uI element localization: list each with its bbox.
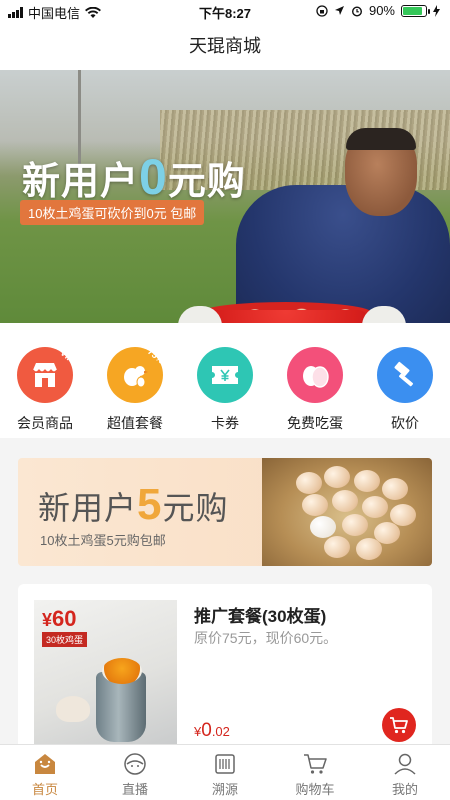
price-decimal: .02 [211, 724, 230, 739]
menu-label-member: 会员商品 [17, 415, 73, 431]
profile-icon [360, 751, 450, 777]
status-bar: 中国电信 下午8:27 90% [0, 0, 450, 22]
product-description: 原价75元，现价60元。 [194, 630, 338, 646]
red-basin [204, 310, 368, 323]
tab-label-trace: 溯源 [211, 782, 238, 797]
promo-title: 新用户5元购 [38, 480, 229, 530]
tab-trace[interactable]: 溯源 [180, 745, 270, 800]
menu-item-bargain[interactable]: 砍价 [360, 347, 450, 438]
product-price: ¥0.02 [194, 720, 230, 742]
banner-title: 新用户0元购 [22, 148, 246, 206]
tab-cart[interactable]: 购物车 [270, 745, 360, 800]
farmer-hair [346, 128, 416, 150]
promo-banner[interactable]: 新用户5元购 10枚土鸡蛋5元购包邮 [18, 458, 432, 566]
coupon-icon [197, 347, 253, 403]
cart-icon [270, 751, 360, 777]
menu-item-package[interactable]: 75% 超值套餐 [90, 346, 180, 438]
menu-label-coupon: 卡券 [211, 415, 239, 431]
tab-label-home: 首页 [31, 782, 58, 797]
menu-item-coupon[interactable]: 卡券 [180, 347, 270, 438]
status-right: 90% [316, 3, 440, 18]
banner-title-number: 0 [139, 149, 168, 205]
tab-live[interactable]: 直播 [90, 745, 180, 800]
promo-title-number: 5 [137, 480, 163, 529]
promo-title-after: 元购 [162, 490, 229, 526]
banner-title-before: 新用户 [22, 161, 140, 203]
chicken-egg-icon: 75% [107, 346, 166, 403]
product-image[interactable]: ¥60 30枚鸡蛋 [34, 600, 177, 750]
banner-title-after: 元购 [167, 161, 246, 203]
shop-icon: VIP [17, 347, 77, 403]
battery-percent: 90% [368, 3, 395, 18]
promo-subtitle: 10枚土鸡蛋5元购包邮 [40, 533, 166, 548]
image-tag: 30枚鸡蛋 [42, 632, 88, 647]
tab-label-profile: 我的 [391, 782, 418, 797]
image-price-symbol: ¥ [42, 610, 53, 630]
tab-home[interactable]: 首页 [0, 745, 90, 800]
rotation-lock-icon [316, 4, 328, 17]
hammer-icon [377, 347, 433, 403]
menu-item-free-egg[interactable]: 免费吃蛋 [270, 347, 360, 438]
egg-shell [56, 696, 90, 722]
hero-banner[interactable]: 新用户0元购 10枚土鸡蛋可砍价到0元 包邮 [0, 70, 450, 323]
tab-label-cart: 购物车 [295, 782, 335, 797]
battery-icon [401, 4, 430, 17]
egg-nest [262, 458, 432, 566]
page-title: 天琨商城 [0, 22, 450, 70]
menu-label-free-egg: 免费吃蛋 [287, 415, 343, 431]
alarm-icon [351, 5, 362, 17]
product-name[interactable]: 推广套餐(30枚蛋) [194, 602, 326, 627]
charging-icon [433, 4, 440, 17]
promo-title-before: 新用户 [38, 490, 138, 526]
category-menu: VIP 会员商品 75% 超值套餐 卡券 免费吃蛋 砍价 [0, 323, 450, 438]
add-to-cart-button[interactable] [382, 708, 416, 742]
menu-label-package: 超值套餐 [107, 415, 163, 431]
price-integer: 0 [201, 720, 212, 741]
menu-item-member[interactable]: VIP 会员商品 [0, 347, 90, 438]
live-icon [90, 751, 180, 777]
banner-subtitle: 10枚土鸡蛋可砍价到0元 包邮 [20, 200, 205, 225]
image-price-value: 60 [52, 606, 77, 631]
location-icon [334, 6, 344, 15]
image-price: ¥60 [42, 606, 77, 632]
egg-yolk [102, 658, 142, 684]
tab-label-live: 直播 [121, 782, 148, 797]
badge-vip: VIP [58, 347, 77, 365]
menu-label-bargain: 砍价 [391, 415, 419, 431]
free-egg-icon [287, 347, 343, 403]
tab-profile[interactable]: 我的 [360, 745, 450, 800]
trace-icon [180, 751, 270, 777]
tab-bar: 首页 直播 溯源 购物车 我的 [0, 744, 450, 800]
cart-icon [390, 717, 408, 734]
home-icon [0, 751, 90, 777]
